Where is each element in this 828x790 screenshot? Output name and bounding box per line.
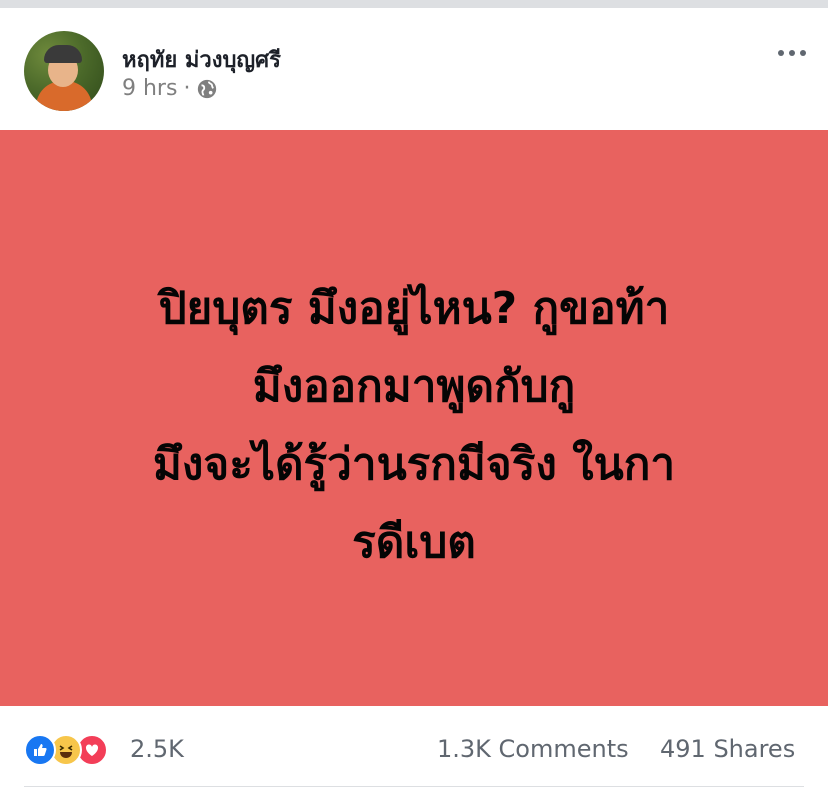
post-meta: 9 hrs ·: [122, 76, 218, 101]
meta-separator: ·: [183, 76, 191, 101]
bottom-divider: [24, 786, 804, 787]
comments-count[interactable]: 1.3K Comments: [437, 735, 629, 763]
post-header: หฤทัย ม่วงบุญศรี 9 hrs ·: [0, 8, 828, 130]
top-divider-strip: [0, 0, 828, 8]
reaction-count[interactable]: 2.5K: [130, 735, 184, 763]
shares-count[interactable]: 491 Shares: [660, 735, 795, 763]
post-time[interactable]: 9 hrs: [122, 76, 177, 101]
globe-icon: [198, 79, 217, 98]
like-icon: [24, 734, 56, 766]
avatar[interactable]: [24, 31, 104, 111]
reaction-icons[interactable]: [24, 734, 108, 766]
author-name[interactable]: หฤทัย ม่วงบุญศรี: [122, 42, 281, 77]
more-options-icon[interactable]: [778, 50, 806, 56]
reactions-bar: 2.5K 1.3K Comments 491 Shares: [0, 706, 828, 790]
post-colored-background: ปิยบุตร มึงอยู่ไหน? กูขอท้า มึงออกมาพูดก…: [0, 130, 828, 706]
post-text: ปิยบุตร มึงอยู่ไหน? กูขอท้า มึงออกมาพูดก…: [152, 283, 676, 568]
